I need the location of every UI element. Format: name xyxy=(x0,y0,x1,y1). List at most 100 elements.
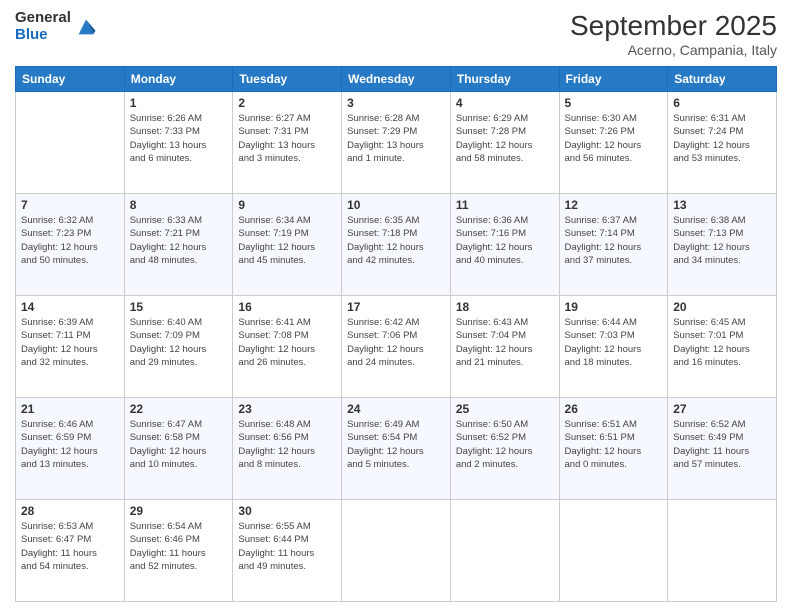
title-block: September 2025 Acerno, Campania, Italy xyxy=(570,10,777,58)
cell-day-number: 27 xyxy=(673,402,771,416)
cell-info: Sunrise: 6:53 AM Sunset: 6:47 PM Dayligh… xyxy=(21,520,119,573)
calendar-cell: 30Sunrise: 6:55 AM Sunset: 6:44 PM Dayli… xyxy=(233,500,342,602)
cell-info: Sunrise: 6:37 AM Sunset: 7:14 PM Dayligh… xyxy=(565,214,663,267)
calendar-cell: 21Sunrise: 6:46 AM Sunset: 6:59 PM Dayli… xyxy=(16,398,125,500)
calendar-cell: 8 Sunrise: 6:33 AM Sunset: 7:21 PM Daylig… xyxy=(124,194,233,296)
calendar-cell: 16 Sunrise: 6:41 AM Sunset: 7:08 PM Dayli… xyxy=(233,296,342,398)
calendar-cell: 17 Sunrise: 6:42 AM Sunset: 7:06 PM Dayli… xyxy=(342,296,451,398)
logo-blue: Blue xyxy=(15,27,71,44)
cell-info: Sunrise: 6:52 AM Sunset: 6:49 PM Dayligh… xyxy=(673,418,771,471)
calendar-cell: 23 Sunrise: 6:48 AM Sunset: 6:56 PM Dayli… xyxy=(233,398,342,500)
calendar-header-row: Sunday Monday Tuesday Wednesday Thursday… xyxy=(16,67,777,92)
cell-info: Sunrise: 6:34 AM Sunset: 7:19 PM Dayligh… xyxy=(238,214,336,267)
cell-info: Sunrise: 6:41 AM Sunset: 7:08 PM Dayligh… xyxy=(238,316,336,369)
calendar-cell: 10 Sunrise: 6:35 AM Sunset: 7:18 PM Dayli… xyxy=(342,194,451,296)
cell-day-number: 9 xyxy=(238,198,336,212)
cell-day-number: 4 xyxy=(456,96,554,110)
cell-day-number: 20 xyxy=(673,300,771,314)
cell-day-number: 19 xyxy=(565,300,663,314)
calendar-cell xyxy=(668,500,777,602)
cell-info: Sunrise: 6:38 AM Sunset: 7:13 PM Dayligh… xyxy=(673,214,771,267)
cell-info: Sunrise: 6:44 AM Sunset: 7:03 PM Dayligh… xyxy=(565,316,663,369)
page: General Blue September 2025 Acerno, Camp… xyxy=(0,0,792,612)
col-tuesday: Tuesday xyxy=(233,67,342,92)
cell-day-number: 22 xyxy=(130,402,228,416)
calendar-week-2: 14 Sunrise: 6:39 AM Sunset: 7:11 PM Dayli… xyxy=(16,296,777,398)
logo-text: General Blue xyxy=(15,10,71,43)
cell-day-number: 13 xyxy=(673,198,771,212)
cell-day-number: 16 xyxy=(238,300,336,314)
calendar-cell: 12 Sunrise: 6:37 AM Sunset: 7:14 PM Dayli… xyxy=(559,194,668,296)
cell-day-number: 2 xyxy=(238,96,336,110)
cell-info: Sunrise: 6:39 AM Sunset: 7:11 PM Dayligh… xyxy=(21,316,119,369)
cell-info: Sunrise: 6:36 AM Sunset: 7:16 PM Dayligh… xyxy=(456,214,554,267)
calendar-cell: 11 Sunrise: 6:36 AM Sunset: 7:16 PM Dayli… xyxy=(450,194,559,296)
cell-info: Sunrise: 6:33 AM Sunset: 7:21 PM Dayligh… xyxy=(130,214,228,267)
calendar-week-3: 21Sunrise: 6:46 AM Sunset: 6:59 PM Dayli… xyxy=(16,398,777,500)
calendar-cell: 3Sunrise: 6:28 AM Sunset: 7:29 PM Daylig… xyxy=(342,92,451,194)
cell-day-number: 11 xyxy=(456,198,554,212)
calendar-week-4: 28 Sunrise: 6:53 AM Sunset: 6:47 PM Dayli… xyxy=(16,500,777,602)
calendar-cell xyxy=(559,500,668,602)
cell-info: Sunrise: 6:42 AM Sunset: 7:06 PM Dayligh… xyxy=(347,316,445,369)
calendar-cell: 15 Sunrise: 6:40 AM Sunset: 7:09 PM Dayli… xyxy=(124,296,233,398)
calendar-cell: 14 Sunrise: 6:39 AM Sunset: 7:11 PM Dayli… xyxy=(16,296,125,398)
cell-day-number: 14 xyxy=(21,300,119,314)
cell-info: Sunrise: 6:48 AM Sunset: 6:56 PM Dayligh… xyxy=(238,418,336,471)
cell-day-number: 28 xyxy=(21,504,119,518)
calendar-cell: 26 Sunrise: 6:51 AM Sunset: 6:51 PM Dayli… xyxy=(559,398,668,500)
calendar-cell: 5 Sunrise: 6:30 AM Sunset: 7:26 PM Daylig… xyxy=(559,92,668,194)
cell-day-number: 23 xyxy=(238,402,336,416)
cell-info: Sunrise: 6:35 AM Sunset: 7:18 PM Dayligh… xyxy=(347,214,445,267)
calendar-table: Sunday Monday Tuesday Wednesday Thursday… xyxy=(15,66,777,602)
calendar-cell: 6Sunrise: 6:31 AM Sunset: 7:24 PM Daylig… xyxy=(668,92,777,194)
calendar-week-0: 1Sunrise: 6:26 AM Sunset: 7:33 PM Daylig… xyxy=(16,92,777,194)
cell-info: Sunrise: 6:30 AM Sunset: 7:26 PM Dayligh… xyxy=(565,112,663,165)
cell-info: Sunrise: 6:54 AM Sunset: 6:46 PM Dayligh… xyxy=(130,520,228,573)
logo-general: General xyxy=(15,10,71,27)
calendar-cell: 27 Sunrise: 6:52 AM Sunset: 6:49 PM Dayli… xyxy=(668,398,777,500)
calendar-cell: 20Sunrise: 6:45 AM Sunset: 7:01 PM Dayli… xyxy=(668,296,777,398)
cell-info: Sunrise: 6:40 AM Sunset: 7:09 PM Dayligh… xyxy=(130,316,228,369)
cell-day-number: 5 xyxy=(565,96,663,110)
cell-info: Sunrise: 6:51 AM Sunset: 6:51 PM Dayligh… xyxy=(565,418,663,471)
calendar-cell: 4 Sunrise: 6:29 AM Sunset: 7:28 PM Daylig… xyxy=(450,92,559,194)
cell-info: Sunrise: 6:49 AM Sunset: 6:54 PM Dayligh… xyxy=(347,418,445,471)
col-thursday: Thursday xyxy=(450,67,559,92)
cell-day-number: 29 xyxy=(130,504,228,518)
cell-day-number: 10 xyxy=(347,198,445,212)
calendar-cell: 22Sunrise: 6:47 AM Sunset: 6:58 PM Dayli… xyxy=(124,398,233,500)
cell-day-number: 30 xyxy=(238,504,336,518)
cell-day-number: 24 xyxy=(347,402,445,416)
cell-day-number: 1 xyxy=(130,96,228,110)
cell-day-number: 17 xyxy=(347,300,445,314)
calendar-cell xyxy=(16,92,125,194)
cell-info: Sunrise: 6:46 AM Sunset: 6:59 PM Dayligh… xyxy=(21,418,119,471)
calendar-cell: 1Sunrise: 6:26 AM Sunset: 7:33 PM Daylig… xyxy=(124,92,233,194)
cell-day-number: 26 xyxy=(565,402,663,416)
col-sunday: Sunday xyxy=(16,67,125,92)
col-friday: Friday xyxy=(559,67,668,92)
cell-day-number: 15 xyxy=(130,300,228,314)
calendar-cell: 18 Sunrise: 6:43 AM Sunset: 7:04 PM Dayli… xyxy=(450,296,559,398)
cell-day-number: 18 xyxy=(456,300,554,314)
cell-day-number: 8 xyxy=(130,198,228,212)
cell-info: Sunrise: 6:29 AM Sunset: 7:28 PM Dayligh… xyxy=(456,112,554,165)
logo-icon xyxy=(75,16,97,38)
cell-day-number: 3 xyxy=(347,96,445,110)
cell-day-number: 6 xyxy=(673,96,771,110)
cell-day-number: 12 xyxy=(565,198,663,212)
calendar-cell: 2 Sunrise: 6:27 AM Sunset: 7:31 PM Daylig… xyxy=(233,92,342,194)
col-monday: Monday xyxy=(124,67,233,92)
logo: General Blue xyxy=(15,10,97,43)
calendar-cell: 9 Sunrise: 6:34 AM Sunset: 7:19 PM Daylig… xyxy=(233,194,342,296)
month-title: September 2025 xyxy=(570,10,777,42)
calendar-cell: 19 Sunrise: 6:44 AM Sunset: 7:03 PM Dayli… xyxy=(559,296,668,398)
col-wednesday: Wednesday xyxy=(342,67,451,92)
cell-info: Sunrise: 6:43 AM Sunset: 7:04 PM Dayligh… xyxy=(456,316,554,369)
location: Acerno, Campania, Italy xyxy=(570,42,777,58)
cell-info: Sunrise: 6:27 AM Sunset: 7:31 PM Dayligh… xyxy=(238,112,336,165)
col-saturday: Saturday xyxy=(668,67,777,92)
calendar-cell xyxy=(342,500,451,602)
calendar-cell: 7Sunrise: 6:32 AM Sunset: 7:23 PM Daylig… xyxy=(16,194,125,296)
